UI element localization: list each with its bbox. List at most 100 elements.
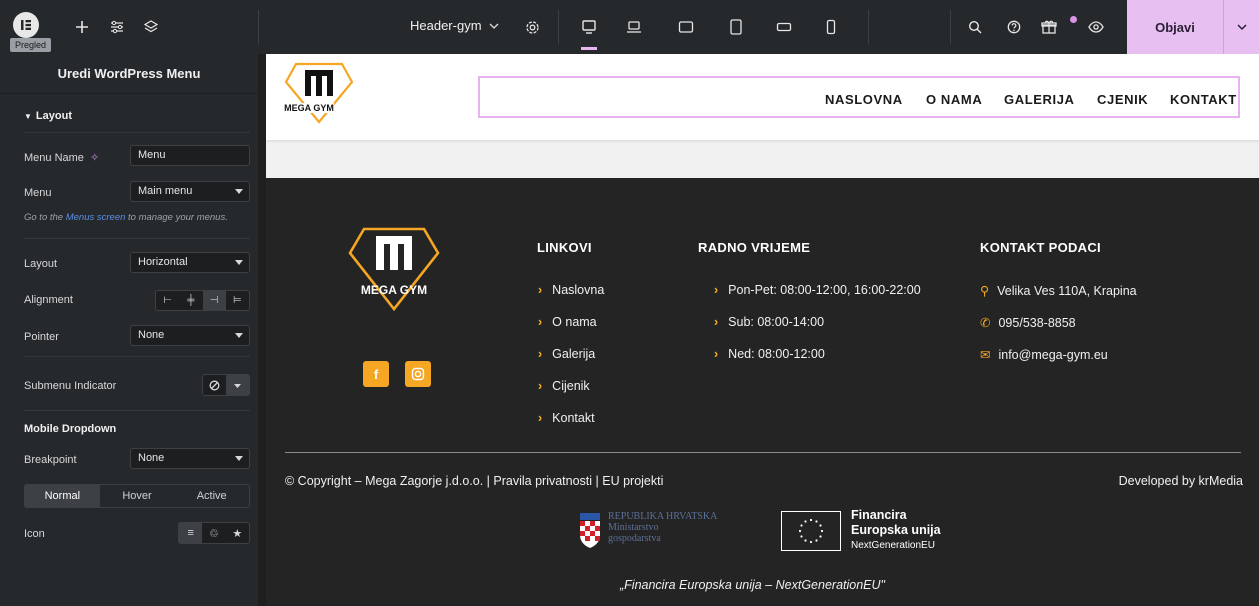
map-marker-icon: ⚲ [980, 284, 990, 298]
state-tabs: Normal Hover Active [24, 484, 250, 508]
preview-canvas: MEGA GYM NASLOVNA O NAMA GALERIJA CJENIK… [266, 54, 1259, 606]
mobile-portrait-icon[interactable] [817, 13, 845, 41]
footer-link[interactable]: › Kontakt [538, 411, 595, 425]
tab-normal[interactable]: Normal [25, 485, 100, 507]
menus-note: Go to the Menus screen to manage your me… [24, 212, 228, 223]
divider [24, 238, 250, 239]
hamburger-icon[interactable]: ≡ [179, 523, 203, 543]
document-title[interactable]: Header-gym [410, 18, 482, 33]
chevron-right-icon: › [714, 283, 719, 297]
section-layout-header[interactable]: ▼ Layout [24, 110, 72, 122]
section-layout-label: Layout [35, 110, 72, 122]
layout-select[interactable]: Horizontal [130, 252, 250, 273]
star-icon[interactable]: ★ [226, 523, 249, 543]
nav-cjenik[interactable]: CJENIK [1097, 92, 1148, 107]
gift-icon[interactable] [1035, 13, 1063, 41]
hours-text: Sub: 08:00-14:00 [728, 315, 825, 329]
tooltip-pregled: Pregled [10, 38, 52, 52]
eu-line: Europska unija [851, 523, 941, 537]
chevron-down-icon[interactable] [488, 17, 500, 35]
tablet-landscape-icon[interactable] [672, 13, 700, 41]
croatia-coat-of-arms-icon [580, 513, 600, 548]
align-justify-icon[interactable]: ⊨ [226, 291, 249, 310]
footer-link-label: O nama [552, 315, 597, 329]
divider [24, 132, 250, 133]
copyright-text[interactable]: © Copyright – Mega Zagorje j.d.o.o. | Pr… [285, 474, 663, 488]
ministry-line: gospodarstva [608, 533, 661, 544]
menu-select[interactable]: Main menu [130, 181, 250, 202]
nav-o-nama[interactable]: O NAMA [926, 92, 982, 107]
footer-link-label: Naslovna [552, 283, 605, 297]
menu-name-input[interactable]: Menu [130, 145, 250, 166]
pointer-select[interactable]: None [130, 325, 250, 346]
ministry-line: REPUBLIKA HRVATSKA [608, 511, 718, 522]
tablet-portrait-icon[interactable] [722, 13, 750, 41]
footer-link[interactable]: › Galerija [538, 347, 595, 361]
nav-menu-widget[interactable]: NASLOVNA O NAMA GALERIJA CJENIK KONTAKT [478, 76, 1240, 118]
hours-item: › Sub: 08:00-14:00 [714, 315, 824, 329]
layers-icon[interactable] [137, 13, 165, 41]
footer-link[interactable]: › O nama [538, 315, 597, 329]
caret-down-icon[interactable] [226, 375, 249, 395]
envelope-icon: ✉ [980, 348, 991, 362]
laptop-icon[interactable] [620, 13, 648, 41]
divider [24, 410, 250, 411]
contact-email[interactable]: ✉ info@mega-gym.eu [980, 347, 1108, 362]
submenu-indicator-label: Submenu Indicator [24, 380, 117, 392]
footer-link[interactable]: › Naslovna [538, 283, 604, 297]
site-header: MEGA GYM NASLOVNA O NAMA GALERIJA CJENIK… [266, 54, 1259, 140]
alignment-label: Alignment [24, 294, 73, 306]
ai-sparkle-icon[interactable]: ✧ [90, 152, 99, 164]
plus-icon[interactable] [68, 13, 96, 41]
footer-logo[interactable]: MEGA GYM [347, 226, 441, 316]
help-icon[interactable] [1000, 13, 1028, 41]
caret-down-icon [235, 456, 243, 461]
mobile-landscape-icon[interactable] [770, 13, 798, 41]
breakpoint-select[interactable]: None [130, 448, 250, 469]
ban-icon[interactable] [203, 375, 226, 395]
breakpoint-select-value: None [138, 452, 165, 464]
footer-link[interactable]: › Cijenik [538, 379, 590, 393]
gear-icon[interactable] [518, 13, 546, 41]
align-left-icon[interactable]: ⊢ [156, 291, 179, 310]
developed-by[interactable]: Developed by krMedia [1119, 474, 1243, 488]
sliders-icon[interactable] [103, 13, 131, 41]
tab-hover[interactable]: Hover [100, 485, 175, 507]
instagram-icon[interactable] [405, 361, 431, 387]
links-heading: LINKOVI [537, 240, 592, 255]
header-logo[interactable]: MEGA GYM [284, 62, 354, 130]
publish-button[interactable]: Objavi [1127, 0, 1223, 54]
divider [868, 10, 869, 44]
breakpoint-label: Breakpoint [24, 454, 77, 466]
caret-down-icon [235, 333, 243, 338]
submenu-indicator-control [202, 374, 250, 396]
search-icon[interactable] [961, 13, 989, 41]
panel-title: Uredi WordPress Menu [0, 54, 258, 94]
tab-active[interactable]: Active [174, 485, 249, 507]
contact-phone[interactable]: ✆ 095/538-8858 [980, 315, 1076, 330]
menus-screen-link[interactable]: Menus screen [66, 212, 126, 223]
eu-line: Financira [851, 508, 907, 522]
menu-name-text: Menu Name [24, 152, 84, 164]
footer-logo-text: MEGA GYM [360, 283, 428, 297]
eye-icon[interactable] [1082, 13, 1110, 41]
publish-options-chevron-icon[interactable] [1223, 0, 1259, 54]
layout-label: Layout [24, 258, 58, 270]
nav-kontakt[interactable]: KONTAKT [1170, 92, 1237, 107]
desktop-icon[interactable] [575, 13, 603, 50]
hours-text: Pon-Pet: 08:00-12:00, 16:00-22:00 [728, 283, 921, 297]
phone-icon: ✆ [980, 316, 991, 330]
nav-galerija[interactable]: GALERIJA [1004, 92, 1075, 107]
menu-label: Menu [24, 187, 52, 199]
elementor-logo-icon[interactable] [13, 12, 39, 38]
hours-item: › Ned: 08:00-12:00 [714, 347, 825, 361]
facebook-icon[interactable]: f [363, 361, 389, 387]
align-center-icon[interactable]: ╪ [179, 291, 202, 310]
ministry-text: REPUBLIKA HRVATSKA Ministarstvo gospodar… [608, 511, 717, 544]
note-suffix: to manage your menus. [125, 212, 228, 223]
icon-library-icon[interactable]: ♲ [202, 523, 225, 543]
nav-naslovna[interactable]: NASLOVNA [825, 92, 903, 107]
hours-heading: RADNO VRIJEME [698, 240, 811, 255]
align-right-icon[interactable]: ⊣ [202, 291, 226, 310]
triangle-down-icon: ▼ [24, 112, 32, 121]
